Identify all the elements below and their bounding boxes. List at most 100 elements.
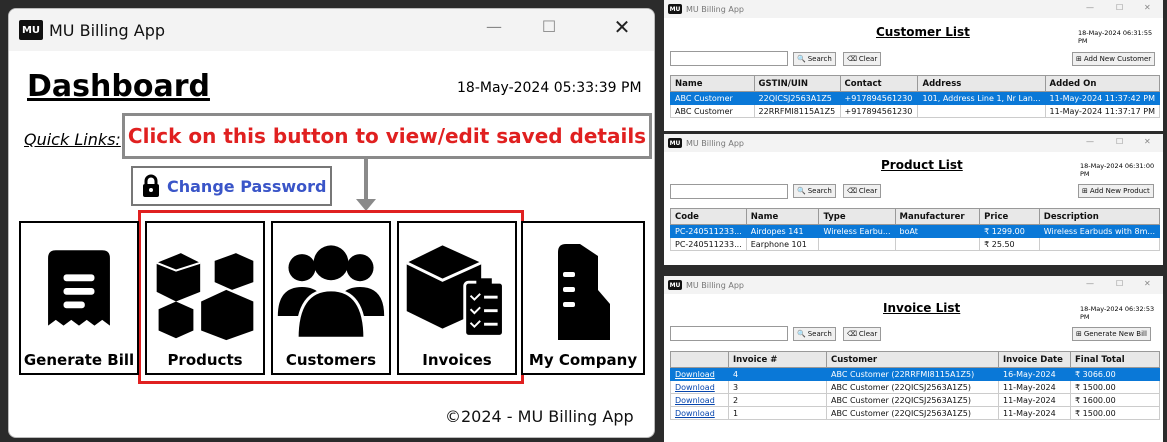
users-icon <box>277 245 385 340</box>
clear-button[interactable]: ⌫ Clear <box>843 327 882 341</box>
cell <box>1038 237 1161 251</box>
products-tile[interactable]: Products <box>145 221 265 375</box>
cell: 11-May-2024 11:37:17 PM <box>1044 104 1161 118</box>
table-row[interactable]: Download 3 ABC Customer (22QICSJ2563A1Z5) 1… <box>670 380 1160 394</box>
cell: Earphone 101 <box>745 237 820 251</box>
column-header[interactable]: Name <box>745 208 820 225</box>
maximize-button[interactable]: ☐ <box>1116 279 1123 288</box>
cell: PC-240511233... <box>670 224 747 238</box>
table-row[interactable]: ABC Customer 22RRFMI8115A1Z5 +917894561230… <box>670 104 1161 118</box>
add-icon: ⊞ <box>1076 55 1082 63</box>
cell: ABC Customer (22QICSJ2563A1Z5) <box>826 380 999 394</box>
column-header[interactable]: GSTIN/UIN <box>753 75 841 92</box>
cell: ₹ 1600.00 <box>1070 393 1160 407</box>
cell: 22QICSJ2563A1Z5 <box>753 91 841 105</box>
search-icon: 🔍 <box>797 55 806 63</box>
cell: 2 <box>728 393 827 407</box>
table-row[interactable]: Download 2 ABC Customer (22QICSJ2563A1Z5) 1… <box>670 393 1160 407</box>
change-password-button[interactable]: Change Password <box>131 166 332 206</box>
cell: ABC Customer (22QICSJ2563A1Z5) <box>826 393 999 407</box>
column-header[interactable]: Invoice Date <box>998 351 1071 368</box>
datetime-label: 18-May-2024 06:31:00 PM <box>1080 162 1155 178</box>
minimize-button[interactable]: — <box>471 17 517 36</box>
title-bar[interactable]: MU MU Billing App — ☐ ✕ <box>9 9 654 51</box>
cell: ABC Customer <box>670 104 755 118</box>
eraser-icon: ⌫ <box>847 55 857 63</box>
cell: +917894561230 <box>839 91 919 105</box>
close-button[interactable]: ✕ <box>1144 3 1151 12</box>
download-link[interactable]: Download <box>675 383 715 392</box>
table-row[interactable]: PC-240511233... Earphone 101 ₹ 25.50 <box>670 237 1161 251</box>
column-header[interactable]: Address <box>917 75 1046 92</box>
table-row[interactable]: ABC Customer 22QICSJ2563A1Z5 +917894561230… <box>670 91 1161 105</box>
column-header[interactable]: Price <box>979 208 1040 225</box>
column-header[interactable]: Invoice # <box>728 351 827 368</box>
column-header[interactable]: Final Total <box>1070 351 1160 368</box>
title-bar[interactable]: MU MU Billing App — ☐ ✕ <box>664 0 1163 18</box>
invoice-list-window: MU MU Billing App — ☐ ✕ Invoice List 18-… <box>664 276 1163 442</box>
close-button[interactable]: ✕ <box>1144 279 1151 288</box>
page-title: Dashboard <box>27 69 210 104</box>
column-header[interactable]: Description <box>1038 208 1161 225</box>
column-header[interactable]: Added On <box>1044 75 1161 92</box>
download-link[interactable]: Download <box>675 409 715 418</box>
add-product-button[interactable]: ⊞ Add New Product <box>1078 184 1154 198</box>
clear-button[interactable]: ⌫ Clear <box>843 184 882 198</box>
minimize-button[interactable]: — <box>1086 137 1094 146</box>
cell: 11-May-2024 <box>998 393 1071 407</box>
customers-tile[interactable]: Customers <box>271 221 391 375</box>
title-bar[interactable]: MU MU Billing App — ☐ ✕ <box>664 276 1163 294</box>
download-link[interactable]: Download <box>675 370 715 379</box>
cell: ABC Customer (22QICSJ2563A1Z5) <box>826 406 999 420</box>
callout-arrow <box>364 159 368 201</box>
product-list-window: MU MU Billing App — ☐ ✕ Product List 18-… <box>664 134 1163 265</box>
cell: Wireless Earbu... <box>818 224 896 238</box>
list-heading: Customer List <box>876 25 970 39</box>
window-title: MU Billing App <box>686 280 744 290</box>
title-bar[interactable]: MU MU Billing App — ☐ ✕ <box>664 134 1163 152</box>
boxes-icon <box>156 253 254 341</box>
download-link[interactable]: Download <box>675 396 715 405</box>
column-header[interactable]: Type <box>818 208 896 225</box>
column-header[interactable]: Name <box>670 75 755 92</box>
add-customer-button[interactable]: ⊞ Add New Customer <box>1072 52 1156 66</box>
table-row[interactable]: Download 1 ABC Customer (22QICSJ2563A1Z5) 1… <box>670 406 1160 420</box>
search-button[interactable]: 🔍 Search <box>793 184 836 198</box>
cell: 11-May-2024 <box>998 406 1071 420</box>
column-header[interactable]: Manufacturer <box>894 208 981 225</box>
tile-label: Invoices <box>422 351 492 369</box>
maximize-button[interactable]: ☐ <box>1116 3 1123 12</box>
close-button[interactable]: ✕ <box>1144 137 1151 146</box>
column-header[interactable]: Customer <box>826 351 999 368</box>
search-button[interactable]: 🔍 Search <box>793 327 836 341</box>
invoices-tile[interactable]: Invoices <box>397 221 517 375</box>
table-row[interactable]: Download 4 ABC Customer (22RRFMI8115A1Z5) 1… <box>670 367 1160 381</box>
search-input[interactable] <box>670 326 788 341</box>
search-icon: 🔍 <box>797 187 806 195</box>
maximize-button[interactable]: ☐ <box>1116 137 1123 146</box>
customer-table: Name GSTIN/UIN Contact Address Added On ABC … <box>670 75 1161 118</box>
search-button[interactable]: 🔍 Search <box>793 52 836 66</box>
generate-bill-button[interactable]: ⊞ Generate New Bill <box>1072 327 1151 341</box>
column-header[interactable]: Contact <box>839 75 919 92</box>
window-title: MU Billing App <box>49 20 165 40</box>
column-header[interactable] <box>670 351 729 368</box>
tile-label: Generate Bill <box>23 351 135 369</box>
maximize-button[interactable]: ☐ <box>529 17 569 36</box>
search-input[interactable] <box>670 184 788 199</box>
my-company-tile[interactable]: My Company <box>521 221 645 375</box>
minimize-button[interactable]: — <box>1086 3 1094 12</box>
clear-button[interactable]: ⌫ Clear <box>843 52 882 66</box>
tile-label: My Company <box>528 351 638 369</box>
cell: 11-May-2024 <box>998 380 1071 394</box>
search-input[interactable] <box>670 51 788 66</box>
lock-icon <box>143 174 159 197</box>
datetime-label: 18-May-2024 05:33:39 PM <box>457 80 642 96</box>
close-button[interactable]: ✕ <box>599 15 645 39</box>
minimize-button[interactable]: — <box>1086 279 1094 288</box>
generate-bill-tile[interactable]: Generate Bill <box>19 221 139 375</box>
column-header[interactable]: Code <box>670 208 747 225</box>
cell: +917894561230 <box>839 104 919 118</box>
table-row[interactable]: PC-240511233... Airdopes 141 Wireless Earb… <box>670 224 1161 238</box>
datetime-label: 18-May-2024 06:31:55 PM <box>1078 29 1153 45</box>
